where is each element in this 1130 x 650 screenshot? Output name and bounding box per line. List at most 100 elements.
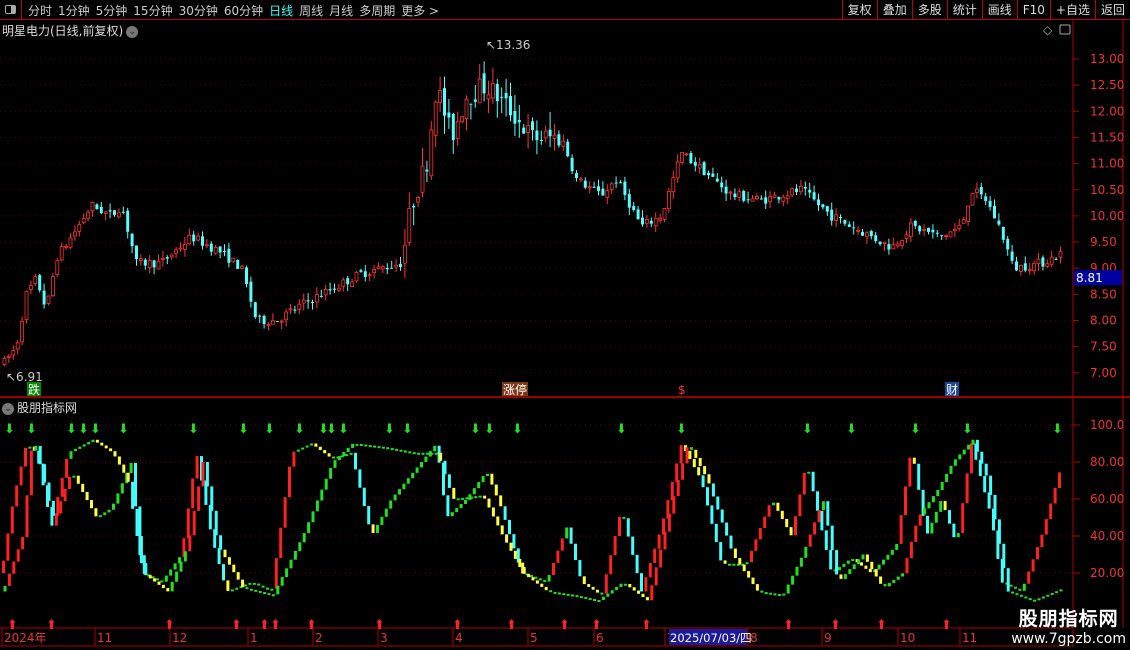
candle-body — [997, 220, 1001, 225]
candle-body — [227, 248, 231, 263]
candle-body — [28, 285, 33, 290]
indicator-line-b — [201, 462, 205, 487]
candle-body — [891, 244, 896, 250]
indicator-line-b — [241, 579, 245, 588]
indicator-line-a — [81, 483, 85, 492]
chart-canvas[interactable]: ◇ 13.00 12.50 12.00 11.50 11.00 10.50 10.00 9.50… — [0, 0, 1130, 650]
candle-body — [777, 196, 781, 200]
candle-body — [557, 134, 561, 146]
indicator-line-b — [773, 593, 777, 596]
indicator-line-a — [450, 512, 454, 517]
indicator-line-b — [3, 585, 7, 592]
indicator-line-b — [1024, 596, 1028, 599]
indicator-line-b — [21, 537, 25, 550]
indicator-line-b — [210, 486, 214, 511]
indicator-line-b — [377, 446, 381, 449]
indicator-line-a — [98, 515, 102, 518]
indicator-line-b — [703, 466, 707, 475]
price-tick-label: 7.00 — [1090, 366, 1117, 380]
candle-body — [253, 302, 257, 318]
indicator-line-b — [95, 439, 99, 443]
indicator-line-a — [807, 471, 811, 474]
candle-body — [33, 276, 38, 285]
candle-body — [592, 186, 596, 188]
candle-body — [258, 315, 262, 317]
indicator-line-b — [681, 463, 685, 480]
indicator-line-a — [534, 576, 538, 579]
candle-body — [402, 244, 407, 264]
candle-body — [363, 271, 367, 277]
indicator-line-b — [285, 568, 289, 578]
indicator-line-a — [750, 550, 753, 563]
indicator-line-b — [298, 542, 302, 551]
candle-body — [970, 192, 975, 206]
indicator-line-a — [288, 466, 291, 498]
indicator-line-b — [751, 577, 755, 585]
candle-body — [979, 187, 983, 195]
indicator-line-b — [821, 501, 825, 511]
indicator-line-a — [1022, 583, 1026, 591]
indicator-line-a — [464, 499, 467, 504]
candle-body — [416, 197, 421, 203]
candle-body — [236, 259, 240, 269]
indicator-line-b — [69, 451, 73, 459]
price-tick-label: 8.00 — [1090, 314, 1117, 328]
indicator-line-b — [676, 479, 680, 497]
indicator-line-b — [817, 510, 821, 523]
candle-body — [99, 206, 103, 214]
sell-arrow-icon: ⬇ — [66, 422, 77, 437]
indicator-line-b — [579, 596, 583, 599]
indicator-line-a — [1014, 586, 1017, 589]
indicator-line-b — [219, 535, 223, 550]
candle-body — [24, 291, 29, 320]
indicator-line-b — [953, 459, 957, 466]
candle-body — [354, 271, 359, 282]
candle-body — [993, 205, 996, 219]
candle-body — [380, 266, 385, 270]
indicator-line-a — [635, 554, 639, 574]
indicator-line-b — [544, 586, 548, 591]
indicator-line-b — [254, 589, 258, 592]
indicator-line-a — [376, 524, 379, 534]
candle-body — [861, 232, 864, 236]
candle-body — [526, 125, 530, 134]
candle-body — [561, 140, 566, 147]
panel-icon — [1059, 24, 1071, 35]
indicator-line-b — [958, 454, 962, 460]
candle-body — [390, 267, 394, 269]
indicator-line-a — [842, 563, 846, 568]
candle-body — [641, 217, 644, 225]
candle-body — [583, 180, 587, 188]
candle-body — [781, 196, 786, 202]
indicator-line-a — [1009, 584, 1013, 587]
indicator-line-b — [984, 463, 988, 476]
indicator-line-b — [927, 502, 931, 509]
indicator-line-b — [914, 525, 918, 542]
indicator-line-a — [411, 472, 415, 479]
indicator-line-b — [791, 575, 795, 585]
watermark: 股朋指标网 www.7gpzb.com — [1011, 604, 1126, 647]
candle-body — [948, 231, 953, 238]
candle-body — [821, 204, 825, 208]
indicator-line-b — [940, 481, 944, 491]
candle-body — [156, 260, 161, 270]
indicator-line-a — [112, 503, 115, 510]
indicator-line-a — [6, 533, 10, 561]
indicator-line-b — [342, 452, 346, 457]
indicator-line-a — [714, 523, 718, 543]
sell-arrow-icon: ⬇ — [470, 422, 481, 437]
watermark-url: www.7gpzb.com — [1011, 631, 1126, 647]
indicator-line-a — [618, 516, 621, 537]
candle-body — [1006, 238, 1010, 250]
sell-arrow-icon: ⬇ — [188, 422, 199, 437]
candle-body — [733, 193, 737, 198]
candle-body — [834, 214, 838, 221]
indicator-line-b — [1059, 589, 1063, 592]
indicator-line-a — [226, 580, 230, 591]
candle-body — [231, 257, 236, 263]
indicator-line-b — [619, 583, 623, 587]
candle-body — [1036, 258, 1041, 265]
indicator-line-a — [816, 491, 819, 511]
candle-body — [988, 200, 992, 207]
indicator-line-b — [430, 452, 434, 455]
